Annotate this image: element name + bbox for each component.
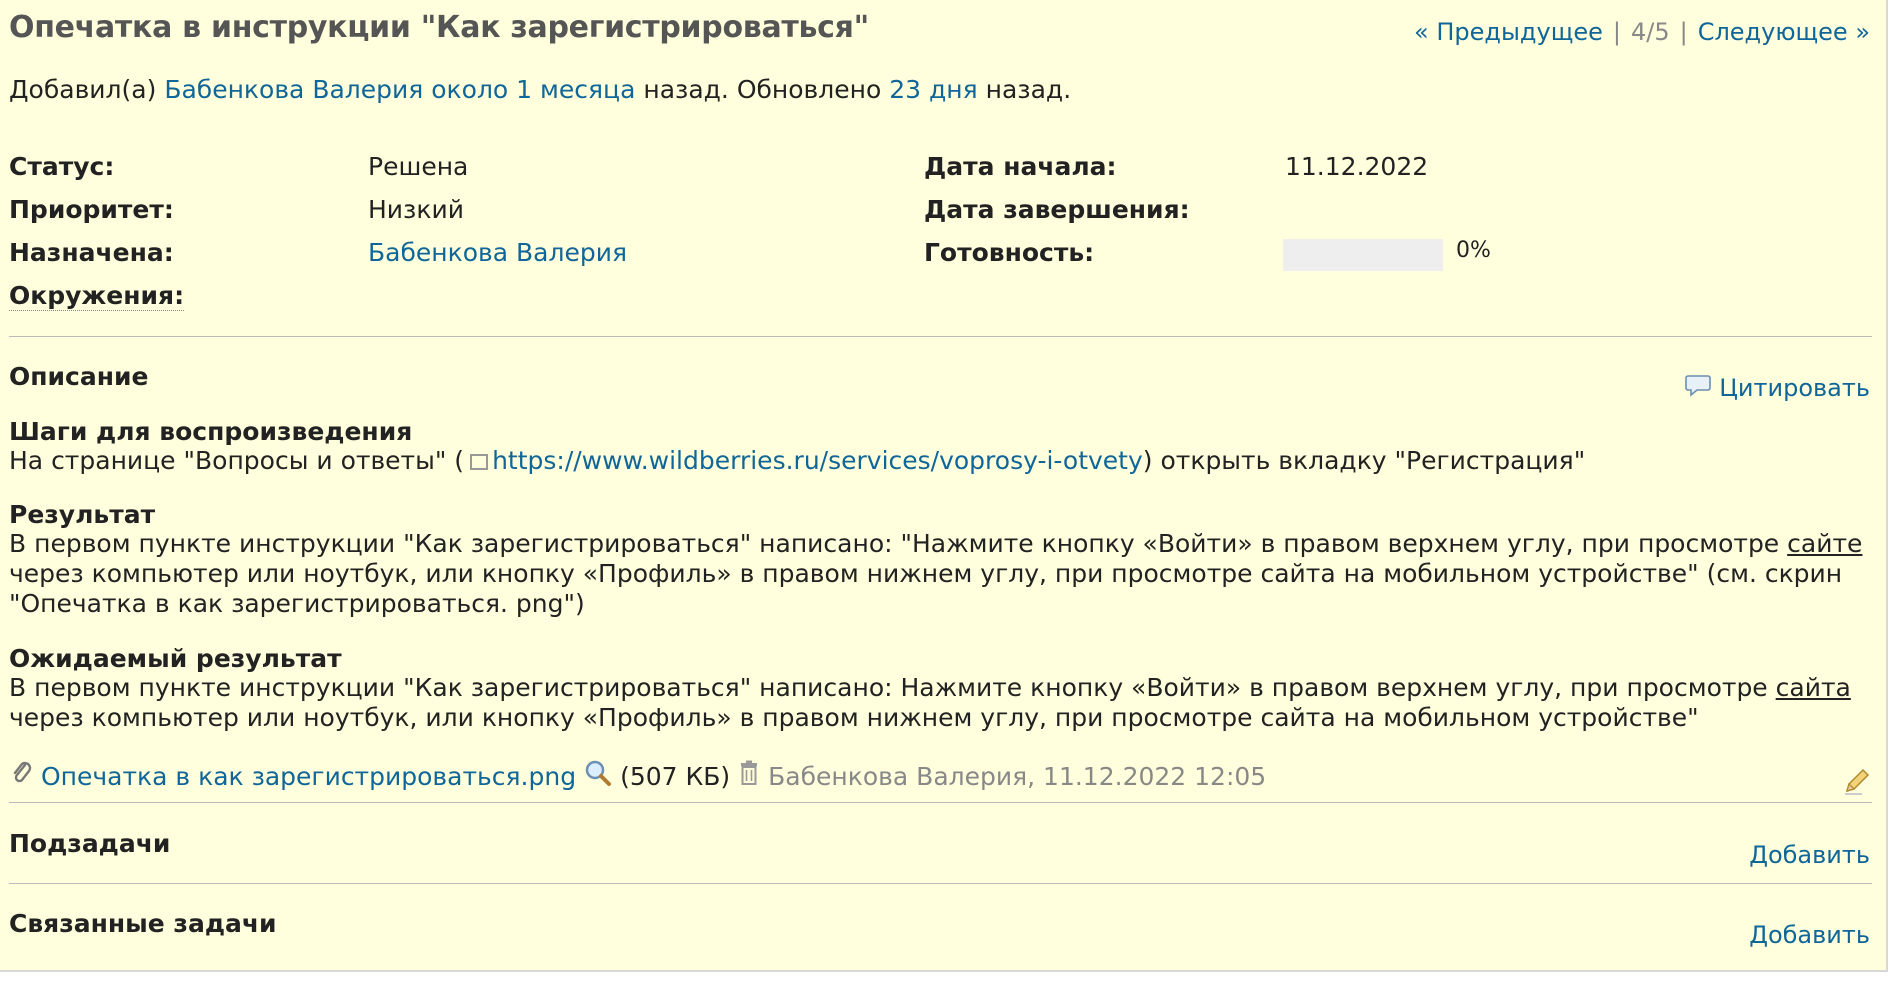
issue-pager: « Предыдущее | 4/5 | Следующее » (1414, 18, 1870, 46)
result-text: В первом пункте инструкции "Как зарегист… (9, 529, 1879, 619)
issue-panel: Опечатка в инструкции "Как зарегистриров… (0, 0, 1888, 972)
description-heading: Описание (9, 362, 149, 391)
expected-text: В первом пункте инструкции "Как зарегист… (9, 673, 1879, 733)
priority-label: Приоритет: (9, 195, 174, 224)
divider (9, 336, 1872, 337)
assignee-link[interactable]: Бабенкова Валерия (368, 238, 627, 267)
trash-icon[interactable] (738, 760, 760, 792)
quote-button[interactable]: Цитировать (1685, 373, 1870, 403)
divider (9, 802, 1872, 803)
attachment-row: Опечатка в как зарегистрироваться.png (5… (11, 759, 1266, 793)
updated-suffix-text: назад. (985, 75, 1072, 104)
priority-value: Низкий (368, 195, 464, 224)
assignee-label: Назначена: (9, 238, 174, 267)
added-ago-link[interactable]: около 1 месяца (431, 75, 635, 104)
done-ratio-value: 0% (1456, 238, 1491, 263)
expected-text-before: В первом пункте инструкции "Как зарегист… (9, 673, 1768, 702)
due-date-label: Дата завершения: (924, 195, 1190, 224)
result-text-after: через компьютер или ноутбук, или кнопку … (9, 559, 1843, 618)
status-value: Решена (368, 152, 469, 181)
author-link[interactable]: Бабенкова Валерия (164, 75, 423, 104)
pencil-icon[interactable] (1842, 766, 1872, 800)
pager-separator: | (1612, 18, 1621, 46)
next-issue-link[interactable]: Следующее » (1698, 18, 1870, 46)
steps-heading: Шаги для воспроизведения (9, 417, 413, 446)
added-by-text: Добавил(а) (9, 75, 157, 104)
comment-icon (1685, 373, 1712, 403)
steps-text-after: ) открыть вкладку "Регистрация" (1142, 446, 1586, 475)
start-date-value: 11.12.2022 (1285, 152, 1429, 181)
environment-label: Окружения: (9, 281, 185, 311)
updated-ago-link[interactable]: 23 дня (889, 75, 977, 104)
attachment-meta: Бабенкова Валерия, 11.12.2022 12:05 (768, 761, 1267, 791)
add-subtask-link[interactable]: Добавить (1749, 841, 1870, 869)
quote-label: Цитировать (1719, 374, 1870, 402)
attachment-link[interactable]: Опечатка в как зарегистрироваться.png (41, 762, 576, 791)
result-underlined-word: сайте (1787, 529, 1863, 558)
external-link-icon (470, 454, 489, 470)
previous-issue-link[interactable]: « Предыдущее (1414, 18, 1603, 46)
done-ratio-label: Готовность: (924, 238, 1095, 267)
pager-position: 4/5 (1630, 18, 1670, 46)
environment-label-text: Окружения: (9, 281, 185, 311)
author-line: Добавил(а) Бабенкова Валерия около 1 мес… (9, 75, 1071, 104)
result-text-before: В первом пункте инструкции "Как зарегист… (9, 529, 1780, 558)
result-heading: Результат (9, 500, 156, 529)
add-related-link[interactable]: Добавить (1749, 921, 1870, 949)
start-date-label: Дата начала: (924, 152, 1117, 181)
magnifier-icon[interactable] (584, 759, 612, 793)
done-ratio-progress-bar (1283, 239, 1443, 271)
expected-heading: Ожидаемый результат (9, 644, 342, 673)
expected-underlined-word: сайта (1775, 673, 1851, 702)
divider (9, 883, 1872, 884)
status-label: Статус: (9, 152, 115, 181)
subtasks-heading: Подзадачи (9, 829, 171, 858)
steps-text-before: На странице "Вопросы и ответы" ( (9, 446, 465, 475)
expected-text-after: через компьютер или ноутбук, или кнопку … (9, 703, 1699, 732)
attachment-size: (507 КБ) (620, 761, 731, 791)
related-heading: Связанные задачи (9, 909, 277, 938)
issue-title: Опечатка в инструкции "Как зарегистриров… (9, 10, 869, 45)
steps-text: На странице "Вопросы и ответы" ( https://… (9, 446, 1879, 476)
pager-separator: | (1679, 18, 1688, 46)
paperclip-icon (11, 760, 33, 792)
steps-link[interactable]: https://www.wildberries.ru/services/vopr… (492, 446, 1143, 475)
ago-suffix-text: назад. Обновлено (643, 75, 882, 104)
